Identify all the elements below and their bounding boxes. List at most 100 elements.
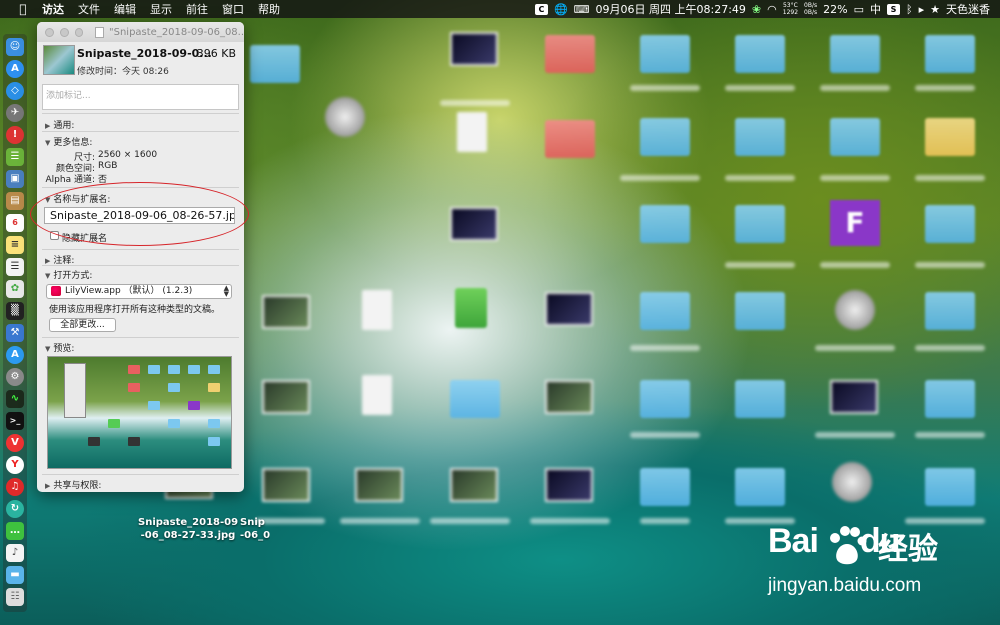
desktop-folder-icon[interactable] bbox=[640, 35, 690, 73]
change-all-button[interactable]: 全部更改... bbox=[49, 318, 116, 332]
desktop-folder-icon[interactable] bbox=[735, 205, 785, 243]
desktop-photo-icon[interactable] bbox=[262, 380, 310, 414]
tags-input[interactable]: 添加标记... bbox=[42, 84, 239, 110]
select-arrows-icon: ▲ ▼ bbox=[223, 284, 229, 298]
watermark-cn: 经验 bbox=[878, 532, 938, 567]
desktop-folder-icon[interactable] bbox=[925, 380, 975, 418]
minimize-button[interactable] bbox=[59, 27, 69, 37]
desktop-folder-icon[interactable] bbox=[735, 292, 785, 330]
open-with-select[interactable]: LilyView.app （默认） (1.2.3) ▲ ▼ bbox=[46, 284, 232, 299]
close-button[interactable] bbox=[45, 27, 54, 37]
desktop-folder-icon[interactable] bbox=[545, 35, 595, 73]
desktop-file-caption[interactable]: Snipaste_2018-09 -06_08-27-33.jpg bbox=[138, 516, 238, 542]
desktop-photo-icon[interactable] bbox=[545, 292, 593, 326]
desktop-folder-icon[interactable] bbox=[450, 380, 500, 418]
document-icon bbox=[95, 26, 104, 38]
desktop-folder-icon[interactable] bbox=[925, 205, 975, 243]
section-header[interactable]: ▶ 通用: bbox=[45, 118, 74, 131]
open-with-label: 打开方式: bbox=[53, 271, 93, 281]
section-header[interactable]: ▼ 更多信息: bbox=[45, 135, 92, 148]
desktop-folder-icon[interactable] bbox=[735, 118, 785, 156]
desktop-folder-icon[interactable] bbox=[925, 292, 975, 330]
window-titlebar[interactable]: "Snipaste_2018-09-06_08... bbox=[37, 22, 244, 42]
watermark-brand-prefix: Bai bbox=[768, 522, 819, 560]
desktop-folder-icon[interactable] bbox=[735, 468, 785, 506]
desktop-folder-icon[interactable] bbox=[735, 380, 785, 418]
desktop-folder-icon[interactable] bbox=[640, 292, 690, 330]
preview-mini-icon bbox=[208, 365, 220, 374]
preview-mini-icon bbox=[188, 401, 200, 410]
desktop-folder-icon[interactable] bbox=[925, 35, 975, 73]
desktop-folder-icon[interactable] bbox=[640, 205, 690, 243]
section-header[interactable]: ▼ 预览: bbox=[45, 341, 74, 354]
desktop-spreadsheet-icon[interactable] bbox=[455, 288, 487, 328]
desktop-label bbox=[820, 262, 890, 268]
desktop-folder-icon[interactable] bbox=[830, 35, 880, 73]
desktop-folder-icon[interactable] bbox=[640, 380, 690, 418]
desktop-document-icon[interactable] bbox=[362, 290, 392, 330]
modified-time: 修改时间：今天 08:26 bbox=[77, 67, 169, 77]
desktop-label bbox=[530, 518, 610, 524]
file-size: 396 KB bbox=[196, 47, 236, 60]
baidu-watermark: Bai du 经验 jingyan.baidu.com bbox=[768, 520, 948, 610]
preview-mini-icon bbox=[148, 365, 160, 374]
desktop-folder-icon[interactable] bbox=[640, 468, 690, 506]
desktop-folder-icon[interactable] bbox=[250, 45, 300, 83]
preview-mini-icon bbox=[208, 383, 220, 392]
desktop-file-caption[interactable]: Snip -06_0 bbox=[240, 516, 270, 542]
desktop-label bbox=[820, 175, 890, 181]
desktop-document-icon[interactable] bbox=[362, 375, 392, 415]
disclosure-right-icon: ▶ bbox=[45, 257, 51, 265]
desktop-photo-icon[interactable] bbox=[450, 468, 498, 502]
preview-mini-icon bbox=[208, 419, 220, 428]
preview-mini-icon bbox=[168, 383, 180, 392]
preview-mini-icon bbox=[168, 419, 180, 428]
desktop-photo-icon[interactable] bbox=[450, 32, 498, 66]
desktop-photo-icon[interactable] bbox=[545, 468, 593, 502]
desktop-disk-icon[interactable] bbox=[835, 290, 875, 330]
desktop-label bbox=[915, 345, 985, 351]
desktop-photo-icon[interactable] bbox=[262, 468, 310, 502]
caption-line: Snip bbox=[240, 517, 265, 528]
desktop-folder-icon[interactable] bbox=[545, 120, 595, 158]
desktop-label bbox=[815, 345, 895, 351]
desktop-folder-icon[interactable] bbox=[925, 468, 975, 506]
lilyview-app-icon bbox=[51, 286, 61, 296]
desktop-label bbox=[430, 518, 510, 524]
desktop-photo-icon[interactable] bbox=[545, 380, 593, 414]
desktop-folder-icon[interactable] bbox=[925, 118, 975, 156]
divider bbox=[42, 265, 239, 266]
preview-mini-icon bbox=[148, 401, 160, 410]
desktop-photo-icon[interactable] bbox=[262, 295, 310, 329]
disclosure-down-icon: ▼ bbox=[45, 139, 51, 147]
desktop-disk-icon[interactable] bbox=[325, 97, 365, 137]
preview-mini-icon bbox=[188, 365, 200, 374]
desktop-folder-icon[interactable] bbox=[735, 35, 785, 73]
desktop-photo-icon[interactable] bbox=[355, 468, 403, 502]
desktop-photo-icon[interactable] bbox=[450, 207, 498, 241]
desktop-document-icon[interactable] bbox=[457, 112, 487, 152]
desktop-app-purple-icon[interactable]: F bbox=[830, 200, 880, 246]
section-header[interactable]: ▶ 共享与权限: bbox=[45, 478, 101, 491]
open-with-value: LilyView.app （默认） (1.2.3) bbox=[65, 286, 193, 296]
desktop-label bbox=[725, 175, 795, 181]
desktop-label bbox=[915, 262, 985, 268]
desktop-photo-icon[interactable] bbox=[830, 380, 878, 414]
desktop-disk-icon[interactable] bbox=[832, 462, 872, 502]
desktop-folder-icon[interactable] bbox=[830, 118, 880, 156]
preview-mini-icon bbox=[88, 437, 100, 446]
sharing-label: 共享与权限: bbox=[53, 481, 102, 491]
disclosure-down-icon: ▼ bbox=[45, 272, 51, 280]
desktop-label bbox=[725, 85, 795, 91]
disclosure-down-icon: ▼ bbox=[45, 345, 51, 353]
more-info-label: 更多信息: bbox=[53, 138, 93, 148]
disclosure-right-icon: ▶ bbox=[45, 482, 51, 490]
desktop-label bbox=[630, 432, 700, 438]
section-header[interactable]: ▼ 打开方式: bbox=[45, 268, 92, 281]
disclosure-right-icon: ▶ bbox=[45, 122, 51, 130]
divider bbox=[42, 337, 239, 338]
desktop-folder-icon[interactable] bbox=[640, 118, 690, 156]
preview-mini-icon bbox=[128, 365, 140, 374]
file-header: Snipaste_2018-09-0... 396 KB 修改时间：今天 08:… bbox=[37, 42, 244, 82]
zoom-button[interactable] bbox=[74, 27, 84, 37]
